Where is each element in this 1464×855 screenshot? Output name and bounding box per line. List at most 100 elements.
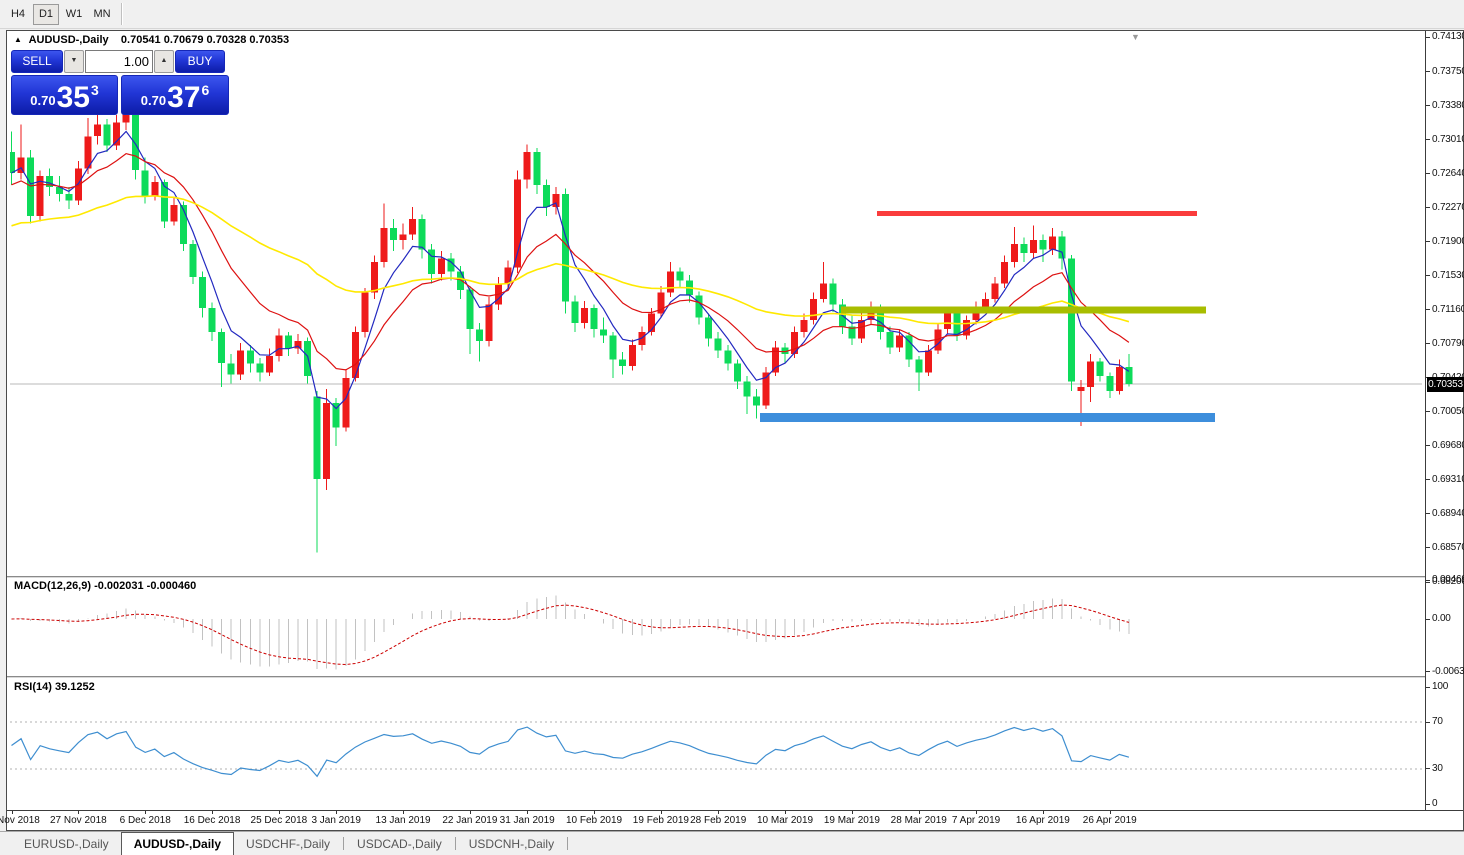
price-axis-tick: [1426, 513, 1430, 514]
macd-axis-tick: [1426, 580, 1430, 581]
rsi-axis-tick: [1426, 687, 1430, 688]
sell-button[interactable]: SELL: [11, 50, 63, 73]
date-axis-label: 10 Mar 2019: [757, 815, 813, 826]
volume-input[interactable]: [85, 50, 153, 73]
price-axis-label: 0.71160: [1432, 304, 1464, 316]
price-axis-tick: [1426, 343, 1430, 344]
price-axis-tick: [1426, 173, 1430, 174]
chart-symbol-label: AUDUSD-,Daily: [29, 34, 109, 46]
date-axis-label: 7 Apr 2019: [952, 815, 1000, 826]
date-axis-label: 13 Jan 2019: [376, 815, 431, 826]
macd-histogram: [12, 596, 1129, 670]
price-axis-tick: [1426, 547, 1430, 548]
timeframe-button-mn[interactable]: MN: [89, 4, 115, 25]
price-axis-label: 0.73750: [1432, 66, 1464, 78]
rsi-axis-tick: [1426, 722, 1430, 723]
date-axis-tick: [403, 811, 404, 814]
volume-decrease-button[interactable]: ▼: [64, 50, 84, 73]
buy-button[interactable]: BUY: [175, 50, 225, 73]
sell-price-prefix: 0.70: [30, 93, 55, 108]
date-axis-label: 16 Dec 2018: [184, 815, 241, 826]
buy-price-big: 37: [167, 85, 200, 111]
buy-price-button[interactable]: 0.70 37 6: [121, 75, 229, 115]
date-axis-tick: [594, 811, 595, 814]
macd-axis-tick: [1426, 671, 1430, 672]
macd-axis-tick: [1426, 619, 1430, 620]
price-axis-label: 0.70050: [1432, 406, 1464, 418]
price-axis-label: 0.73380: [1432, 100, 1464, 112]
timeframe-toolbar: H4 D1 W1 MN: [0, 0, 1464, 29]
price-axis-label: 0.74130: [1432, 31, 1464, 43]
date-axis-tick: [919, 811, 920, 814]
price-axis-tick: [1426, 207, 1430, 208]
price-axis-tick: [1426, 582, 1430, 583]
date-axis-tick: [785, 811, 786, 814]
rsi-indicator-chart[interactable]: [10, 679, 1422, 808]
collapse-triangle-icon[interactable]: ▲: [14, 35, 22, 44]
moving-average-line-13: [12, 154, 1129, 370]
date-axis-tick: [1110, 811, 1111, 814]
one-click-trade-panel: SELL ▼ ▲ BUY 0.70 35 3 0.70 37 6: [11, 50, 231, 115]
chart-window: ▲ AUDUSD-,Daily 0.70541 0.70679 0.70328 …: [6, 30, 1464, 831]
price-axis-tick: [1426, 479, 1430, 480]
date-axis-label: 31 Jan 2019: [500, 815, 555, 826]
rsi-pane-divider[interactable]: [7, 676, 1463, 679]
price-axis-tick: [1426, 71, 1430, 72]
price-axis-tick: [1426, 37, 1430, 38]
date-axis-tick: [212, 811, 213, 814]
buy-price-sup: 6: [201, 82, 209, 98]
date-axis-label: 3 Jan 2019: [311, 815, 361, 826]
date-axis-tick: [718, 811, 719, 814]
tab-usdcnh[interactable]: USDCNH-,Daily: [457, 833, 566, 855]
price-axis-label: 0.73010: [1432, 134, 1464, 146]
rsi-axis-label: 100: [1432, 681, 1448, 693]
date-axis-label: 6 Dec 2018: [120, 815, 171, 826]
price-axis-label: 0.71900: [1432, 236, 1464, 248]
tab-eurusd[interactable]: EURUSD-,Daily: [12, 833, 121, 855]
rsi-label: RSI(14) 39.1252: [14, 681, 95, 693]
macd-axis-label: 0.00: [1432, 613, 1451, 625]
date-axis-label: 25 Dec 2018: [251, 815, 308, 826]
rsi-axis-tick: [1426, 768, 1430, 769]
tab-usdcad[interactable]: USDCAD-,Daily: [345, 833, 454, 855]
volume-increase-button[interactable]: ▲: [154, 50, 174, 73]
date-axis-label: 28 Mar 2019: [891, 815, 947, 826]
tab-audusd[interactable]: AUDUSD-,Daily: [121, 832, 234, 855]
date-axis-tick: [661, 811, 662, 814]
timeframe-button-w1[interactable]: W1: [61, 4, 87, 25]
date-axis-label: 28 Feb 2019: [690, 815, 746, 826]
price-axis-label: 0.70790: [1432, 338, 1464, 350]
tab-usdchf[interactable]: USDCHF-,Daily: [234, 833, 342, 855]
toolbar-separator: [121, 3, 123, 25]
date-axis-label: 16 Apr 2019: [1016, 815, 1070, 826]
rsi-axis-tick: [1426, 804, 1430, 805]
bear-candle-wicks: [12, 106, 1129, 553]
date-axis-tick: [527, 811, 528, 814]
date-axis-label: 27 Nov 2018: [50, 815, 107, 826]
sell-price-button[interactable]: 0.70 35 3: [11, 75, 118, 115]
macd-signal-line: [12, 605, 1129, 665]
macd-indicator-chart[interactable]: [10, 579, 1422, 676]
tab-separator: [343, 837, 344, 850]
moving-average-line-5: [12, 131, 1129, 408]
date-axis-tick: [470, 811, 471, 814]
price-axis-tick: [1426, 275, 1430, 276]
price-axis: 0.70353 0.741300.737500.733800.730100.72…: [1425, 31, 1463, 810]
chart-shift-marker-icon[interactable]: ▼: [1131, 32, 1140, 42]
macd-axis-label: -0.00639: [1432, 666, 1464, 678]
date-axis-tick: [1043, 811, 1044, 814]
price-axis-tick: [1426, 309, 1430, 310]
rsi-axis-label: 70: [1432, 716, 1443, 728]
bear-candle-bodies: [10, 111, 1132, 479]
chart-ohlc-values: 0.70541 0.70679 0.70328 0.70353: [121, 34, 289, 46]
buy-price-prefix: 0.70: [141, 93, 166, 108]
chart-title: ▲ AUDUSD-,Daily 0.70541 0.70679 0.70328 …: [14, 34, 289, 46]
timeframe-button-h4[interactable]: H4: [5, 4, 31, 25]
date-axis-label: 26 Apr 2019: [1083, 815, 1137, 826]
timeframe-button-d1[interactable]: D1: [33, 4, 59, 25]
date-axis-label: 22 Jan 2019: [442, 815, 497, 826]
bull-candle-wicks: [21, 104, 1119, 490]
price-axis-label: 0.68570: [1432, 542, 1464, 554]
macd-pane-divider[interactable]: [7, 576, 1463, 579]
price-axis-tick: [1426, 139, 1430, 140]
